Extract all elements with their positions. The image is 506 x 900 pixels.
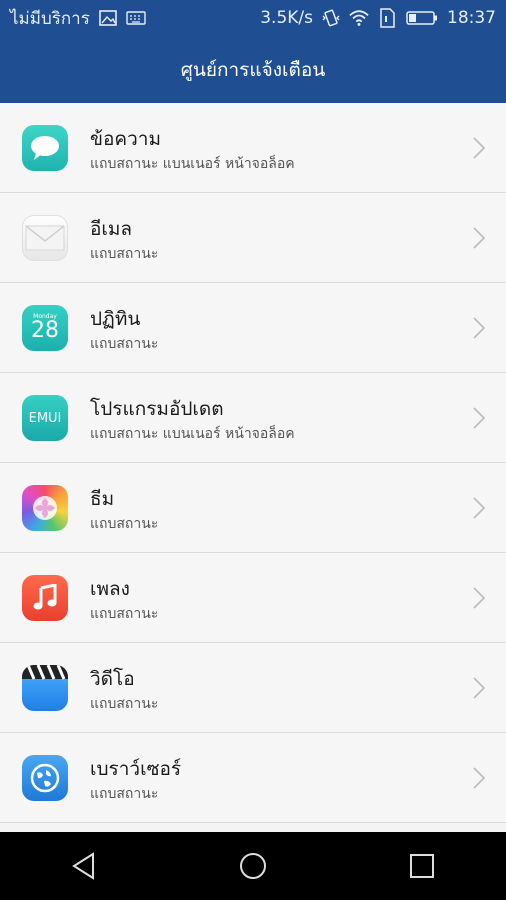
list-item-title: โปรแกรมอัปเดต	[90, 398, 224, 420]
chevron-right-icon	[473, 677, 486, 699]
list-item-messages[interactable]: ข้อความ แถบสถานะ แบนเนอร์ หน้าจอล็อค	[0, 103, 506, 193]
updater-icon-label: EMUI	[28, 410, 62, 426]
home-icon	[239, 853, 266, 879]
vibrate-icon	[321, 8, 341, 28]
list-item-subtitle: แถบสถานะ แบนเนอร์ หน้าจอล็อค	[90, 426, 295, 442]
email-icon	[22, 215, 68, 261]
list-item-title: อีเมล	[90, 218, 133, 240]
browser-icon	[22, 755, 68, 801]
page-title: ศูนย์การแจ้งเตือน	[180, 58, 326, 81]
list-item-subtitle: แถบสถานะ	[90, 786, 159, 802]
clock-time: 18:37	[447, 8, 496, 28]
list-item-title: ข้อความ	[90, 128, 161, 150]
updater-icon: EMUI	[22, 395, 68, 441]
list-item-calendar[interactable]: Monday 28 ปฏิทิน แถบสถานะ	[0, 283, 506, 373]
home-button[interactable]	[223, 836, 283, 896]
list-item-email[interactable]: อีเมล แถบสถานะ	[0, 193, 506, 283]
list-item-title: วิดีโอ	[90, 668, 135, 690]
list-item-updater[interactable]: EMUI โปรแกรมอัปเดต แถบสถานะ แบนเนอร์ หน้…	[0, 373, 506, 463]
back-icon	[72, 852, 95, 880]
video-icon	[22, 665, 68, 711]
carrier-text: ไม่มีบริการ	[10, 8, 90, 29]
chevron-right-icon	[473, 587, 486, 609]
calendar-icon: Monday 28	[22, 305, 68, 351]
list-item-subtitle: แถบสถานะ	[90, 696, 159, 712]
notification-app-list: ข้อความ แถบสถานะ แบนเนอร์ หน้าจอล็อค อีเ…	[0, 103, 506, 823]
chevron-right-icon	[473, 317, 486, 339]
list-item-title: ธีม	[90, 488, 115, 510]
list-item-subtitle: แถบสถานะ	[90, 606, 159, 622]
chevron-right-icon	[473, 767, 486, 789]
keyboard-icon	[126, 8, 146, 28]
list-item-subtitle: แถบสถานะ	[90, 336, 159, 352]
back-button[interactable]	[54, 836, 114, 896]
list-item-themes[interactable]: ธีม แถบสถานะ	[0, 463, 506, 553]
chevron-right-icon	[473, 137, 486, 159]
sim-icon	[377, 8, 397, 28]
wifi-icon	[349, 8, 369, 28]
chevron-right-icon	[473, 227, 486, 249]
list-item-subtitle: แถบสถานะ แบนเนอร์ หน้าจอล็อค	[90, 156, 295, 172]
list-item-title: เพลง	[90, 578, 130, 600]
status-bar: ไม่มีบริการ 3.5K/s 18:37	[0, 0, 506, 36]
battery-icon	[405, 8, 439, 28]
calendar-day: 28	[31, 317, 59, 343]
list-item-music[interactable]: เพลง แถบสถานะ	[0, 553, 506, 643]
list-item-title: ปฏิทิน	[90, 308, 141, 330]
list-item-subtitle: แถบสถานะ	[90, 246, 159, 262]
network-speed: 3.5K/s	[260, 8, 313, 28]
chevron-right-icon	[473, 497, 486, 519]
title-bar: ศูนย์การแจ้งเตือน	[0, 36, 506, 103]
music-icon	[22, 575, 68, 621]
list-item-video[interactable]: วิดีโอ แถบสถานะ	[0, 643, 506, 733]
navigation-bar	[0, 832, 506, 900]
recents-button[interactable]	[392, 836, 452, 896]
list-item-title: เบราว์เซอร์	[90, 758, 182, 780]
list-item-browser[interactable]: เบราว์เซอร์ แถบสถานะ	[0, 733, 506, 823]
chevron-right-icon	[473, 407, 486, 429]
list-item-subtitle: แถบสถานะ	[90, 516, 159, 532]
recents-icon	[409, 854, 434, 878]
themes-icon	[22, 485, 68, 531]
messages-icon	[22, 125, 68, 171]
image-icon	[98, 8, 118, 28]
